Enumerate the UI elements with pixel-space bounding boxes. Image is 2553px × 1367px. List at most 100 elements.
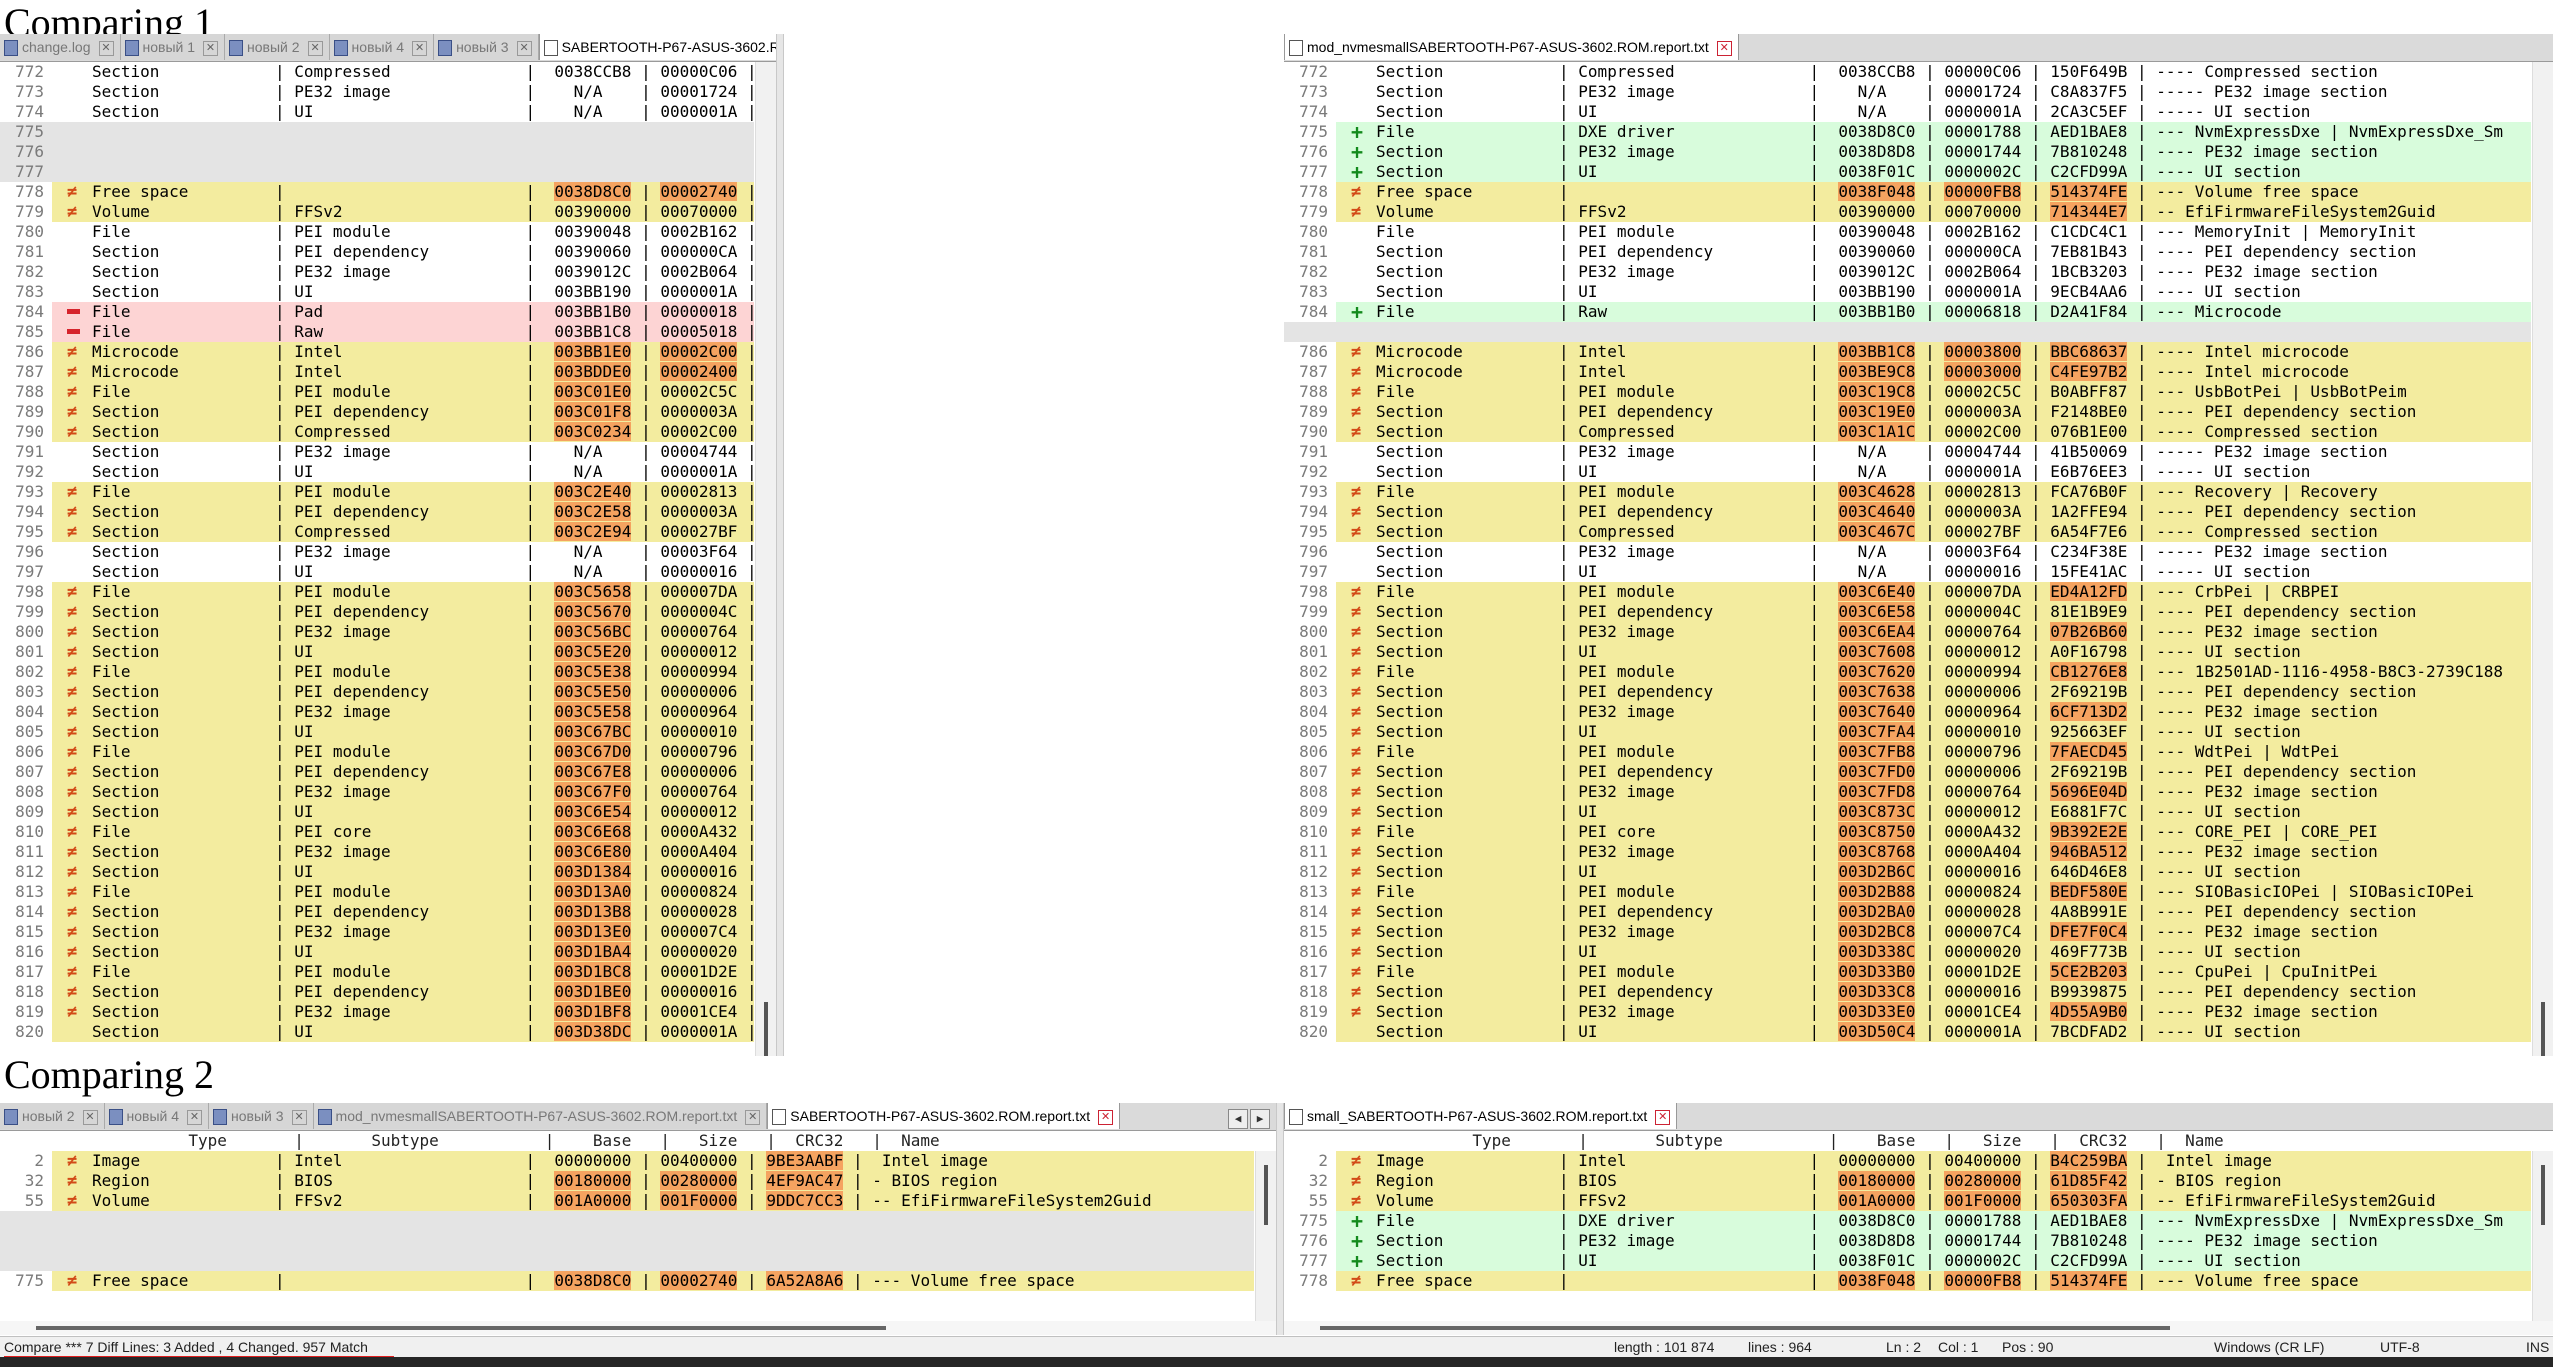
compare2-left-vertical-scrollbar[interactable] — [1255, 1151, 1276, 1335]
report-line[interactable]: 776 + Section | PE32 image | 0038D8D8 | 00… — [1284, 1231, 2531, 1251]
report-line[interactable]: 820 Section | UI | 003D38DC | 0000001A | … — [0, 1022, 754, 1042]
report-line[interactable]: 804 ≠ Section | PE32 image | 003C5E58 | 00… — [0, 702, 754, 722]
report-line[interactable]: 808 ≠ Section | PE32 image | 003C67F0 | 00… — [0, 782, 754, 802]
report-line[interactable]: 773 Section | PE32 image | N/A | 00001724… — [0, 82, 754, 102]
report-line[interactable]: 778 ≠ Free space | | 0038F048 | 00000FB8 |… — [1284, 182, 2531, 202]
file-tab[interactable]: новый 2 ✕ — [225, 34, 330, 60]
report-line[interactable]: 807 ≠ Section | PEI dependency | 003C67E8 … — [0, 762, 754, 782]
report-line[interactable]: 813 ≠ File | PEI module | 003D13A0 | 00000… — [0, 882, 754, 902]
report-line[interactable]: 809 ≠ Section | UI | 003C6E54 | 00000012 |… — [0, 802, 754, 822]
scroll-thumb[interactable] — [1264, 1165, 1268, 1225]
close-icon[interactable]: ✕ — [516, 40, 532, 56]
report-line[interactable]: 774 Section | UI | N/A | 0000001A | 2CA3C… — [1284, 102, 2531, 122]
report-line[interactable]: 797 Section | UI | N/A | 00000016 | 15FE4… — [0, 562, 754, 582]
report-line[interactable]: 790 ≠ Section | Compressed | 003C1A1C | 00… — [1284, 422, 2531, 442]
report-line[interactable]: 799 ≠ Section | PEI dependency | 003C6E58 … — [1284, 602, 2531, 622]
report-line[interactable]: 32 ≠ Region | BIOS | 00180000 | 00280000 |… — [1284, 1171, 2531, 1191]
report-line[interactable]: 805 ≠ Section | UI | 003C67BC | 00000010 |… — [0, 722, 754, 742]
file-tab[interactable]: новый 1 ✕ — [120, 34, 226, 60]
report-line[interactable]: 819 ≠ Section | PE32 image | 003D1BF8 | 00… — [0, 1002, 754, 1022]
report-line[interactable] — [0, 1231, 1254, 1251]
report-line[interactable]: 806 ≠ File | PEI module | 003C67D0 | 00000… — [0, 742, 754, 762]
report-line[interactable]: 778 ≠ Free space | | 0038D8C0 | 00002740 |… — [0, 182, 754, 202]
report-line[interactable]: 796 Section | PE32 image | N/A | 00003F64… — [0, 542, 754, 562]
report-line[interactable]: 816 ≠ Section | UI | 003D1BA4 | 00000020 |… — [0, 942, 754, 962]
report-line[interactable]: 775 — [0, 122, 754, 142]
report-line[interactable]: 817 ≠ File | PEI module | 003D33B0 | 00001… — [1284, 962, 2531, 982]
report-line[interactable]: 800 ≠ Section | PE32 image | 003C6EA4 | 00… — [1284, 622, 2531, 642]
encoding[interactable]: UTF-8 — [2380, 1337, 2420, 1357]
line-ending[interactable]: Windows (CR LF) — [2214, 1337, 2324, 1357]
report-line[interactable]: 800 ≠ Section | PE32 image | 003C56BC | 00… — [0, 622, 754, 642]
report-line[interactable]: 818 ≠ Section | PEI dependency | 003D1BE0 … — [0, 982, 754, 1002]
file-tab[interactable]: small_SABERTOOTH-P67-ASUS-3602.ROM.repor… — [1284, 1103, 1678, 1129]
report-line[interactable]: 805 ≠ Section | UI | 003C7FA4 | 00000010 |… — [1284, 722, 2531, 742]
file-tab[interactable]: новый 4 ✕ — [104, 1103, 210, 1129]
compare1-left-pane[interactable]: change.log ✕ новый 1 ✕ новый 2 ✕ новый 4 ✕ новый… — [0, 34, 776, 1056]
report-line[interactable]: 772 Section | Compressed | 0038CCB8 | 000… — [0, 62, 754, 82]
compare1-splitter[interactable] — [776, 34, 784, 1056]
report-line[interactable]: 783 Section | UI | 003BB190 | 0000001A | … — [1284, 282, 2531, 302]
report-line[interactable]: 776 + Section | PE32 image | 0038D8D8 | 00… — [1284, 142, 2531, 162]
report-line[interactable]: 808 ≠ Section | PE32 image | 003C7FD8 | 00… — [1284, 782, 2531, 802]
compare2-splitter[interactable] — [1276, 1103, 1284, 1335]
report-line[interactable]: 784 + File | Raw | 003BB1B0 | 00006818 | D… — [1284, 302, 2531, 322]
report-line[interactable]: 55 ≠ Volume | FFSv2 | 001A0000 | 001F0000 … — [0, 1191, 1254, 1211]
report-line[interactable]: 788 ≠ File | PEI module | 003C19C8 | 00002… — [1284, 382, 2531, 402]
report-line[interactable]: 807 ≠ Section | PEI dependency | 003C7FD0 … — [1284, 762, 2531, 782]
report-line[interactable]: 775 ≠ Free space | | 0038D8C0 | 00002740 |… — [0, 1271, 1254, 1291]
report-line[interactable]: 791 Section | PE32 image | N/A | 00004744… — [0, 442, 754, 462]
close-icon[interactable]: ✕ — [1655, 1109, 1671, 1125]
report-line[interactable]: 789 ≠ Section | PEI dependency | 003C19E0 … — [1284, 402, 2531, 422]
close-icon[interactable]: ✕ — [82, 1109, 98, 1125]
report-line[interactable]: 798 ≠ File | PEI module | 003C5658 | 00000… — [0, 582, 754, 602]
report-line[interactable]: 55 ≠ Volume | FFSv2 | 001A0000 | 001F0000 … — [1284, 1191, 2531, 1211]
report-line[interactable]: 790 ≠ Section | Compressed | 003C0234 | 00… — [0, 422, 754, 442]
compare1-right-pane[interactable]: mod_nvmesmallSABERTOOTH-P67-ASUS-3602.RO… — [1284, 34, 2553, 1056]
report-line[interactable]: 802 ≠ File | PEI module | 003C5E38 | 00000… — [0, 662, 754, 682]
report-line[interactable]: 812 ≠ Section | UI | 003D2B6C | 00000016 |… — [1284, 862, 2531, 882]
close-icon[interactable]: ✕ — [291, 1109, 307, 1125]
file-tab[interactable]: mod_nvmesmallSABERTOOTH-P67-ASUS-3602.RO… — [1284, 34, 1739, 60]
report-line[interactable]: 811 ≠ Section | PE32 image | 003C8768 | 00… — [1284, 842, 2531, 862]
report-line[interactable]: 783 Section | UI | 003BB190 | 0000001A | … — [0, 282, 754, 302]
file-tab[interactable]: change.log ✕ — [0, 34, 121, 60]
file-tab[interactable]: новый 3 ✕ — [434, 34, 539, 60]
compare1-left-vertical-scrollbar[interactable] — [755, 62, 776, 1056]
report-line[interactable]: 811 ≠ Section | PE32 image | 003C6E80 | 00… — [0, 842, 754, 862]
report-line[interactable]: 803 ≠ Section | PEI dependency | 003C5E50 … — [0, 682, 754, 702]
report-line[interactable]: 782 Section | PE32 image | 0039012C | 000… — [0, 262, 754, 282]
report-line[interactable]: 2 ≠ Image | Intel | 00000000 | 00400000 | … — [0, 1151, 1254, 1171]
compare1-right-vertical-scrollbar[interactable] — [2532, 62, 2553, 1056]
report-line[interactable]: 819 ≠ Section | PE32 image | 003D33E0 | 00… — [1284, 1002, 2531, 1022]
report-line[interactable]: 816 ≠ Section | UI | 003D338C | 00000020 |… — [1284, 942, 2531, 962]
scroll-thumb[interactable] — [1320, 1326, 2170, 1330]
report-line[interactable]: 777 + Section | UI | 0038F01C | 0000002C |… — [1284, 1251, 2531, 1271]
report-line[interactable]: 815 ≠ Section | PE32 image | 003D2BC8 | 00… — [1284, 922, 2531, 942]
close-icon[interactable]: ✕ — [203, 40, 219, 56]
close-icon[interactable]: ✕ — [745, 1109, 761, 1125]
report-line[interactable]: 781 Section | PEI dependency | 00390060 |… — [1284, 242, 2531, 262]
report-line[interactable]: 801 ≠ Section | UI | 003C7608 | 00000012 |… — [1284, 642, 2531, 662]
report-line[interactable] — [0, 1251, 1254, 1271]
report-line[interactable]: 787 ≠ Microcode | Intel | 003BE9C8 | 00003… — [1284, 362, 2531, 382]
report-line[interactable]: 792 Section | UI | N/A | 0000001A | E6B76… — [0, 462, 754, 482]
file-tab[interactable]: mod_nvmesmallSABERTOOTH-P67-ASUS-3602.RO… — [313, 1103, 768, 1129]
report-line[interactable]: 796 Section | PE32 image | N/A | 00003F64… — [1284, 542, 2531, 562]
close-icon[interactable]: ✕ — [1098, 1109, 1114, 1125]
close-icon[interactable]: ✕ — [1716, 40, 1732, 56]
report-line[interactable]: 795 ≠ Section | Compressed | 003C2E94 | 00… — [0, 522, 754, 542]
compare2-right-vertical-scrollbar[interactable] — [2532, 1151, 2553, 1335]
report-line[interactable]: 784 File | Pad | 003BB1B0 | 00000018 | 43… — [0, 302, 754, 322]
report-line[interactable]: 785 File | Raw | 003BB1C8 | 00005018 | 5E… — [0, 322, 754, 342]
file-tab[interactable]: новый 4 ✕ — [329, 34, 435, 60]
file-tab[interactable]: SABERTOOTH-P67-ASUS-3602.ROM.report.txt✕ — [538, 34, 776, 60]
report-line[interactable]: 810 ≠ File | PEI core | 003C8750 | 0000A43… — [1284, 822, 2531, 842]
report-line[interactable]: 818 ≠ Section | PEI dependency | 003D33C8 … — [1284, 982, 2531, 1002]
report-line[interactable]: 810 ≠ File | PEI core | 003C6E68 | 0000A43… — [0, 822, 754, 842]
tab-scroll-right-button[interactable]: ▶ — [1250, 1109, 1270, 1129]
report-line[interactable]: 804 ≠ Section | PE32 image | 003C7640 | 00… — [1284, 702, 2531, 722]
report-line[interactable]: 786 ≠ Microcode | Intel | 003BB1C8 | 00003… — [1284, 342, 2531, 362]
compare2-right-pane[interactable]: small_SABERTOOTH-P67-ASUS-3602.ROM.repor… — [1284, 1103, 2553, 1335]
report-line[interactable]: 820 Section | UI | 003D50C4 | 0000001A | … — [1284, 1022, 2531, 1042]
